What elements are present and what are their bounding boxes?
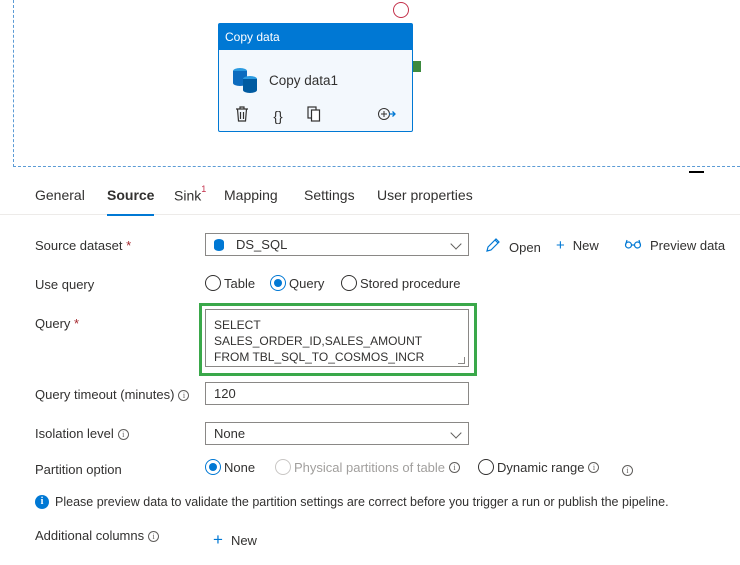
info-icon[interactable]: i <box>449 461 461 473</box>
radio-stored-procedure-label: Stored procedure <box>360 275 461 291</box>
notice-text: Please preview data to validate the part… <box>55 495 669 509</box>
isolation-level-label: Isolation level i <box>35 426 129 441</box>
open-label: Open <box>509 239 541 255</box>
delete-icon[interactable] <box>233 106 251 125</box>
additional-columns-label: Additional columns i <box>35 528 160 543</box>
success-output-port[interactable] <box>412 61 421 72</box>
tab-sink-label: Sink <box>174 187 202 204</box>
radio-circle <box>478 459 494 475</box>
resize-handle[interactable] <box>458 357 465 364</box>
radio-partition-none-label: None <box>224 459 256 475</box>
clone-icon[interactable] <box>305 106 323 125</box>
use-query-label: Use query <box>35 277 95 292</box>
new-label: New <box>572 238 599 253</box>
tab-user-properties[interactable]: User properties <box>377 187 473 203</box>
radio-circle-selected <box>205 459 221 475</box>
query-timeout-label-text: Query timeout (minutes) <box>35 387 175 402</box>
additional-columns-label-text: Additional columns <box>35 528 145 543</box>
radio-table-label: Table <box>224 275 256 291</box>
tab-settings[interactable]: Settings <box>304 187 355 203</box>
radio-query-label: Query <box>289 275 325 291</box>
query-timeout-input[interactable]: 120 <box>205 382 469 405</box>
required-mark: * <box>74 316 80 331</box>
query-timeout-label: Query timeout (minutes) i <box>35 387 190 402</box>
radio-partition-none[interactable]: None <box>205 459 255 475</box>
activity-type-header: Copy data <box>219 24 412 50</box>
chevron-down-icon <box>450 238 462 250</box>
query-textarea[interactable]: SELECT SALES_ORDER_ID,SALES_AMOUNT FROM … <box>205 309 469 367</box>
pencil-icon <box>485 237 501 257</box>
new-dataset-button[interactable]: + New <box>556 237 599 254</box>
plus-icon: + <box>213 530 223 549</box>
isolation-level-select[interactable]: None <box>205 422 469 445</box>
query-label: Query * <box>35 316 79 331</box>
tab-sink[interactable]: Sink1 <box>174 184 207 204</box>
radio-circle <box>205 275 221 291</box>
radio-stored-procedure[interactable]: Stored procedure <box>341 275 460 291</box>
partition-notice: i Please preview data to validate the par… <box>35 495 669 509</box>
radio-circle-selected <box>270 275 286 291</box>
add-column-button[interactable]: + New <box>213 530 257 550</box>
partition-option-label: Partition option <box>35 462 122 477</box>
radio-dynamic-range[interactable]: Dynamic range i <box>478 459 600 475</box>
info-icon[interactable]: i <box>148 531 160 542</box>
info-filled-icon: i <box>35 495 49 509</box>
tab-source[interactable]: Source <box>107 187 155 216</box>
radio-physical-partitions-label: Physical partitions of table <box>294 459 446 475</box>
source-dataset-value: DS_SQL <box>236 237 288 252</box>
isolation-level-label-text: Isolation level <box>35 426 114 441</box>
add-column-label: New <box>230 532 257 548</box>
properties-tabs: General Source Sink1 Mapping Settings Us… <box>0 175 740 216</box>
open-dataset-button[interactable]: Open <box>485 237 541 257</box>
radio-dynamic-range-label: Dynamic range <box>497 459 585 475</box>
radio-circle <box>275 459 291 475</box>
glasses-icon <box>624 237 642 254</box>
info-icon[interactable]: i <box>178 390 190 401</box>
copy-data-icon <box>231 66 259 94</box>
add-output-icon[interactable] <box>376 107 398 124</box>
info-icon[interactable]: i <box>588 461 600 473</box>
preview-label: Preview data <box>650 238 726 253</box>
sink-error-badge: 1 <box>201 184 207 194</box>
sql-dataset-icon <box>214 239 224 251</box>
info-icon[interactable]: i <box>117 429 129 440</box>
activity-status-circle <box>393 2 409 18</box>
radio-table[interactable]: Table <box>205 275 255 291</box>
radio-physical-partitions: Physical partitions of table i <box>275 459 461 475</box>
preview-data-button[interactable]: Preview data <box>624 237 725 254</box>
chevron-down-icon <box>450 427 462 439</box>
source-dataset-label: Source dataset * <box>35 238 131 253</box>
copy-data-activity[interactable]: Copy data Copy data1 {} <box>218 23 413 132</box>
radio-query[interactable]: Query <box>270 275 324 291</box>
code-icon[interactable]: {} <box>269 108 287 124</box>
source-dataset-label-text: Source dataset <box>35 238 123 253</box>
splitter-handle[interactable] <box>689 171 704 173</box>
info-icon[interactable]: i <box>622 465 633 476</box>
source-dataset-select[interactable]: DS_SQL <box>205 233 469 256</box>
required-mark: * <box>126 238 132 253</box>
activity-name: Copy data1 <box>269 72 339 88</box>
query-label-text: Query <box>35 316 71 331</box>
tab-general[interactable]: General <box>35 187 85 203</box>
plus-icon: + <box>556 237 565 254</box>
tab-mapping[interactable]: Mapping <box>224 187 278 203</box>
radio-circle <box>341 275 357 291</box>
isolation-level-value: None <box>214 426 246 441</box>
